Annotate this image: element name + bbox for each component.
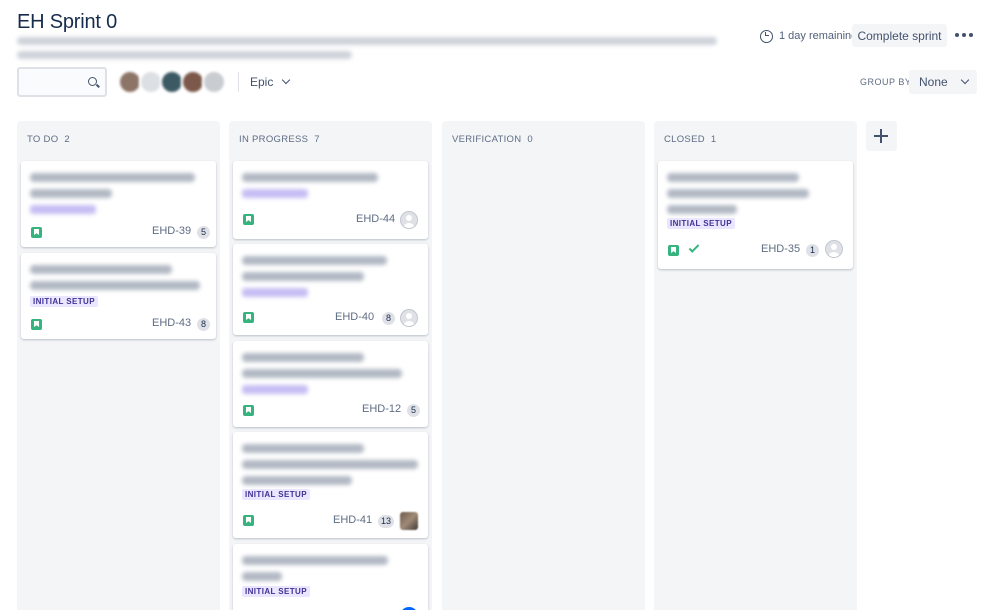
issue-card[interactable]: EHD-44 [233,161,428,239]
sprint-title: EH Sprint 0 [17,11,118,33]
column-name: IN PROGRESS [239,134,309,145]
story-icon [243,515,254,526]
issue-key[interactable]: EHD-40 [335,311,374,323]
sprint-goal [17,37,722,65]
issue-summary [242,556,416,588]
story-icon [668,245,679,256]
chevron-down-icon [282,75,291,85]
issue-card[interactable]: INITIAL SETUP EHD-35 1 [658,161,853,269]
done-check-icon [688,242,700,253]
story-points: 5 [197,226,210,239]
chevron-down-icon [960,75,969,85]
column-count: 7 [314,134,320,145]
issue-summary [667,173,841,221]
issue-key[interactable]: EHD-35 [761,243,800,255]
issue-summary [242,353,416,394]
epic-lozenge: INITIAL SETUP [667,218,735,229]
issue-key[interactable]: EHD-41 [333,514,372,526]
group-by-label: GROUP BY [860,77,912,87]
unassigned-avatar-icon[interactable] [825,240,843,258]
unassigned-avatar-icon[interactable] [400,309,418,327]
search-icon [88,77,97,86]
column-count: 2 [64,134,70,145]
story-icon [243,214,254,225]
more-horizontal-icon[interactable] [953,27,975,43]
epic-filter[interactable]: Epic [250,71,291,93]
group-by-value: None [919,75,948,89]
column-closed: CLOSED 1 INITIAL SETUP EHD-35 1 [654,121,857,610]
story-icon [243,405,254,416]
story-points: 5 [407,404,420,417]
column-name: CLOSED [664,134,705,145]
issue-summary [30,265,204,297]
issue-key[interactable]: EHD-39 [152,225,191,237]
add-column-button[interactable] [866,121,897,151]
issue-card[interactable]: EHD-40 8 [233,244,428,335]
issue-card[interactable]: INITIAL SETUP [233,544,428,610]
story-points: 13 [378,515,395,528]
column-header: CLOSED 1 [664,134,716,145]
toolbar-divider [238,72,239,92]
issue-summary [242,256,416,297]
epic-lozenge: INITIAL SETUP [30,296,98,307]
epic-lozenge: INITIAL SETUP [242,489,310,500]
column-count: 0 [527,134,533,145]
column-header: VERIFICATION 0 [452,134,533,145]
story-icon [31,227,42,238]
epic-lozenge: INITIAL SETUP [242,586,310,597]
sprint-remaining: 1 day remaining [760,27,857,45]
column-count: 1 [710,134,717,145]
story-points: 8 [382,312,395,325]
story-icon [243,312,254,323]
column-name: TO DO [27,134,59,145]
issue-key[interactable]: EHD-43 [152,317,191,329]
assignee-filter[interactable] [118,70,226,94]
issue-summary [242,444,418,492]
column-header: IN PROGRESS 7 [239,134,320,145]
complete-sprint-button[interactable]: Complete sprint [852,24,947,47]
clock-icon [760,29,773,43]
column-in-progress: IN PROGRESS 7 EHD-44 EHD-40 8 EHD-12 5 I… [229,121,432,610]
issue-card[interactable]: INITIAL SETUP EHD-41 13 [233,432,428,538]
issue-summary [242,173,416,198]
issue-key[interactable]: EHD-12 [362,403,401,415]
group-by-select[interactable]: None [909,70,977,94]
issue-key[interactable]: EHD-44 [356,213,395,225]
unassigned-avatar-icon[interactable] [400,211,418,229]
story-icon [31,319,42,330]
remaining-text: 1 day remaining [779,30,858,42]
avatar[interactable] [202,70,226,94]
issue-card[interactable]: EHD-12 5 [233,341,428,427]
column-to-do: TO DO 2 EHD-39 5 INITIAL SETUP EHD-43 8 [17,121,220,610]
column-name: VERIFICATION [452,134,522,145]
search-input[interactable] [17,67,107,97]
issue-card[interactable]: INITIAL SETUP EHD-43 8 [21,253,216,339]
epic-filter-label: Epic [250,75,274,89]
story-points: 1 [806,244,819,257]
column-verification: VERIFICATION 0 [442,121,645,610]
story-points: 8 [197,318,210,331]
issue-summary [30,173,204,214]
column-header: TO DO 2 [27,134,70,145]
avatar[interactable] [400,512,418,530]
issue-card[interactable]: EHD-39 5 [21,161,216,247]
